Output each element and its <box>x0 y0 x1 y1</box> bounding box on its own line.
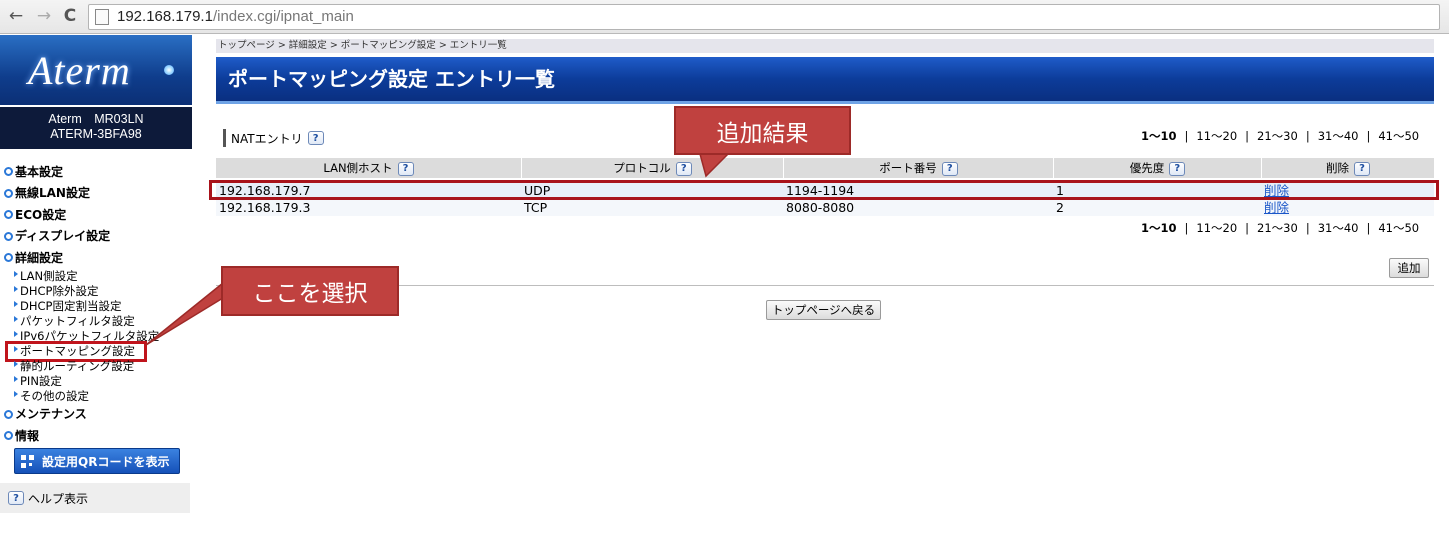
add-button[interactable]: 追加 <box>1389 258 1429 278</box>
lan-host-cell: 192.168.179.3 <box>219 200 311 215</box>
port-cell: 8080-8080 <box>786 200 855 215</box>
triangle-bullet-icon <box>14 285 18 292</box>
section-heading: NATエントリ ? <box>223 129 324 147</box>
pager-page-2[interactable]: 11〜20 <box>1196 220 1237 236</box>
show-qr-code-button[interactable]: 設定用QRコードを表示 <box>14 448 180 474</box>
menu-wireless-lan[interactable]: 無線LAN設定 <box>4 183 190 205</box>
circle-bullet-icon <box>4 210 13 220</box>
pager-page-5[interactable]: 41〜50 <box>1378 220 1419 236</box>
triangle-bullet-icon <box>14 360 18 367</box>
column-header: プロトコル? <box>521 158 783 178</box>
reload-icon[interactable]: C <box>60 6 80 26</box>
help-toggle[interactable]: ? ヘルプ表示 <box>0 483 190 513</box>
address-bar[interactable]: 192.168.179.1/index.cgi/ipnat_main <box>88 4 1440 30</box>
triangle-bullet-icon <box>14 315 18 322</box>
back-to-top-button[interactable]: トップページへ戻る <box>766 300 881 320</box>
help-icon[interactable]: ? <box>675 161 692 176</box>
submenu-lan[interactable]: LAN側設定 <box>4 269 190 284</box>
column-header: 優先度? <box>1053 158 1261 178</box>
table-header: LAN側ホスト? プロトコル? ポート番号? 優先度? 削除? <box>216 158 1434 178</box>
breadcrumb: トップページ > 詳細設定 > ポートマッピング設定 > エントリ一覧 <box>216 39 1434 53</box>
triangle-bullet-icon <box>14 300 18 307</box>
menu-basic-settings[interactable]: 基本設定 <box>4 161 190 183</box>
aterm-logo[interactable]: Aterm <box>0 35 192 105</box>
section-marker <box>223 129 226 147</box>
side-menu: 基本設定 無線LAN設定 ECO設定 ディスプレイ設定 詳細設定 LAN側設定 … <box>4 161 190 447</box>
device-model: Aterm MR03LN ATERM-3BFA98 <box>0 107 192 149</box>
pager-page-5[interactable]: 41〜50 <box>1378 128 1419 144</box>
pager-page-4[interactable]: 31〜40 <box>1318 128 1359 144</box>
help-icon[interactable]: ? <box>941 161 958 176</box>
added-row-highlight <box>209 180 1439 200</box>
page-icon <box>95 9 109 25</box>
help-icon[interactable]: ? <box>397 161 414 176</box>
delete-link[interactable]: 削除 <box>1264 200 1289 215</box>
circle-bullet-icon <box>4 431 13 441</box>
pager-page-1[interactable]: 1〜10 <box>1141 220 1177 236</box>
triangle-bullet-icon <box>14 375 18 382</box>
pager-top: 1〜10 | 11〜20 | 21〜30 | 31〜40 | 41〜50 <box>1141 128 1420 144</box>
pager-page-3[interactable]: 21〜30 <box>1257 220 1298 236</box>
menu-maintenance[interactable]: メンテナンス <box>4 404 190 426</box>
submenu-port-mapping[interactable]: ポートマッピング設定 <box>5 340 147 362</box>
column-header: 削除? <box>1261 158 1434 178</box>
pager-page-1[interactable]: 1〜10 <box>1141 128 1177 144</box>
table-row: 192.168.179.3 TCP 8080-8080 2 削除 <box>216 199 1434 216</box>
submenu-dhcp-fixed[interactable]: DHCP固定割当設定 <box>4 299 190 314</box>
help-icon[interactable]: ? <box>1354 161 1370 176</box>
pager-page-2[interactable]: 11〜20 <box>1196 128 1237 144</box>
menu-eco[interactable]: ECO設定 <box>4 204 190 226</box>
sidebar: Aterm Aterm MR03LN ATERM-3BFA98 基本設定 無線L… <box>0 35 192 533</box>
protocol-cell: TCP <box>524 200 548 215</box>
menu-display[interactable]: ディスプレイ設定 <box>4 226 190 248</box>
triangle-bullet-icon <box>14 330 18 337</box>
help-icon: ? <box>8 491 24 505</box>
circle-bullet-icon <box>4 188 13 198</box>
pager-bottom: 1〜10 | 11〜20 | 21〜30 | 31〜40 | 41〜50 <box>1141 220 1420 236</box>
submenu-pin[interactable]: PIN設定 <box>4 374 190 389</box>
triangle-bullet-icon <box>14 270 18 277</box>
back-arrow-icon[interactable]: ← <box>6 6 26 26</box>
help-icon[interactable]: ? <box>1169 161 1186 176</box>
triangle-bullet-icon <box>14 390 18 397</box>
circle-bullet-icon <box>4 253 13 263</box>
browser-toolbar: ← → C 192.168.179.1/index.cgi/ipnat_main <box>0 0 1449 34</box>
column-header: LAN側ホスト? <box>216 158 521 178</box>
submenu-other[interactable]: その他の設定 <box>4 389 190 404</box>
pager-page-3[interactable]: 21〜30 <box>1257 128 1298 144</box>
forward-arrow-icon[interactable]: → <box>34 6 54 26</box>
column-header: ポート番号? <box>783 158 1053 178</box>
model-name: Aterm MR03LN <box>48 112 144 126</box>
help-icon[interactable]: ? <box>307 131 324 145</box>
callout-select-here: ここを選択 <box>221 266 399 316</box>
triangle-bullet-icon <box>14 345 18 352</box>
pager-page-4[interactable]: 31〜40 <box>1318 220 1359 236</box>
priority-cell: 2 <box>1056 200 1064 215</box>
menu-advanced[interactable]: 詳細設定 <box>4 247 190 269</box>
circle-bullet-icon <box>4 231 13 241</box>
callout-added-result: 追加結果 <box>674 106 851 155</box>
menu-info[interactable]: 情報 <box>4 425 190 447</box>
address-text: 192.168.179.1/index.cgi/ipnat_main <box>117 8 354 25</box>
page-title: ポートマッピング設定 エントリ一覧 <box>216 57 1434 101</box>
submenu-ipv6-filter[interactable]: IPv6パケットフィルタ設定 <box>4 329 190 344</box>
submenu-static-routing[interactable]: 静的ルーティング設定 <box>4 359 190 374</box>
circle-bullet-icon <box>4 167 13 177</box>
qr-code-icon <box>21 454 34 468</box>
device-id: ATERM-3BFA98 <box>50 127 142 141</box>
title-divider <box>216 101 1434 104</box>
submenu-packet-filter[interactable]: パケットフィルタ設定 <box>4 314 190 329</box>
submenu-dhcp-exclude[interactable]: DHCP除外設定 <box>4 284 190 299</box>
logo-sparkle-icon <box>164 65 174 75</box>
circle-bullet-icon <box>4 409 13 419</box>
